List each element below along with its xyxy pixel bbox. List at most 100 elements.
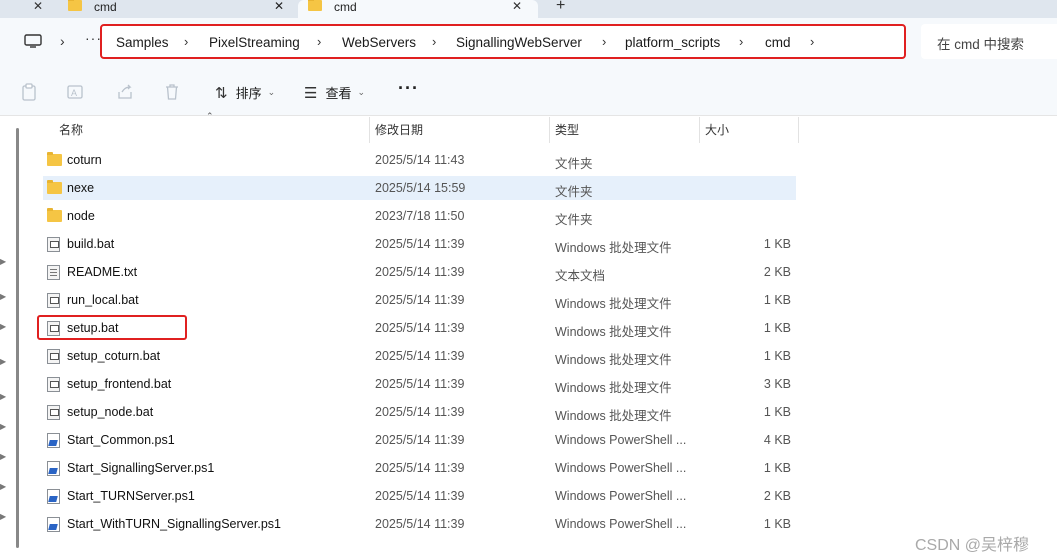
list-item[interactable]: README.txt 2025/5/14 11:39 文本文档 2 KB (43, 260, 796, 284)
chevron-right-icon[interactable]: ▶ (0, 512, 6, 521)
file-name: README.txt (67, 265, 138, 279)
paste-icon[interactable] (20, 83, 38, 101)
list-item[interactable]: Start_SignallingServer.ps1 2025/5/14 11:3… (43, 456, 796, 480)
modified-date: 2025/5/14 11:39 (375, 461, 465, 475)
column-divider[interactable] (369, 117, 370, 143)
tab-cmd-active[interactable]: cmd ✕ (298, 0, 538, 18)
list-item[interactable]: Start_WithTURN_SignallingServer.ps1 2025/… (43, 512, 796, 536)
file-type: Windows 批处理文件 (555, 353, 672, 367)
sort-icon: ⇅ (215, 84, 228, 102)
search-input[interactable]: 在 cmd 中搜索 (921, 24, 1057, 59)
file-size: 3 KB (763, 377, 791, 391)
close-icon[interactable]: ✕ (512, 0, 522, 13)
breadcrumb-item[interactable]: Samples (116, 35, 169, 50)
powershell-file-icon (47, 489, 60, 507)
modified-date: 2025/5/14 11:39 (375, 349, 465, 363)
chevron-right-icon[interactable]: ▶ (0, 452, 6, 461)
modified-date: 2025/5/14 11:39 (375, 321, 465, 335)
modified-date: 2025/5/14 11:39 (375, 293, 465, 307)
chevron-right-icon[interactable]: › (810, 34, 814, 49)
file-type: Windows 批处理文件 (555, 409, 672, 423)
column-header-date[interactable]: 修改日期 (375, 117, 549, 141)
chevron-right-icon[interactable]: ▶ (0, 292, 6, 301)
column-divider[interactable] (549, 117, 550, 143)
file-size: 1 KB (763, 405, 791, 419)
breadcrumb[interactable]: Samples › PixelStreaming › WebServers › … (100, 24, 906, 59)
chevron-right-icon[interactable]: ▶ (0, 357, 6, 366)
chevron-right-icon[interactable]: › (602, 34, 606, 49)
delete-icon[interactable] (163, 83, 181, 101)
close-icon[interactable]: ✕ (33, 0, 43, 13)
view-button[interactable]: ☰ 查看 ⌄ (304, 83, 365, 102)
file-type: 文件夹 (555, 185, 593, 199)
breadcrumb-item[interactable]: cmd (765, 35, 791, 50)
file-name: setup_frontend.bat (67, 377, 172, 391)
chevron-right-icon[interactable]: › (184, 34, 188, 49)
file-type: Windows 批处理文件 (555, 381, 672, 395)
breadcrumb-item[interactable]: SignallingWebServer (456, 35, 582, 50)
list-item[interactable]: node 2023/7/18 11:50 文件夹 (43, 204, 796, 228)
powershell-file-icon (47, 433, 60, 451)
nav-pane-edge: ▶ ▶ ▶ ▶ ▶ ▶ ▶ ▶ ▶ (0, 117, 12, 559)
chevron-right-icon[interactable]: › (60, 33, 65, 49)
list-item[interactable]: setup_node.bat 2025/5/14 11:39 Windows 批处理… (43, 400, 796, 424)
chevron-right-icon[interactable]: ▶ (0, 422, 6, 431)
computer-icon[interactable] (24, 34, 42, 48)
column-header-type[interactable]: 类型 (555, 117, 699, 141)
share-icon[interactable] (116, 83, 134, 101)
column-header-name[interactable]: 名称 (59, 117, 369, 141)
folder-icon (47, 208, 62, 225)
batch-file-icon (47, 321, 60, 339)
file-size: 1 KB (763, 517, 791, 531)
column-divider[interactable] (798, 117, 799, 143)
modified-date: 2025/5/14 11:39 (375, 517, 465, 531)
list-item[interactable]: nexe 2025/5/14 15:59 文件夹 (43, 176, 796, 200)
watermark: CSDN @吴梓穆 (915, 537, 1030, 554)
tab-cmd-inactive[interactable]: ✕ cmd ✕ (0, 0, 295, 18)
file-name: coturn (67, 153, 102, 167)
file-type: Windows PowerShell ... (555, 461, 687, 475)
address-bar-row: › ··· Samples › PixelStreaming › WebServ… (0, 18, 1057, 68)
chevron-right-icon[interactable]: ▶ (0, 392, 6, 401)
chevron-right-icon[interactable]: › (317, 34, 321, 49)
chevron-right-icon[interactable]: ▶ (0, 482, 6, 491)
list-item[interactable]: Start_TURNServer.ps1 2025/5/14 11:39 Windo… (43, 484, 796, 508)
file-name: setup.bat (67, 321, 119, 335)
file-type: Windows PowerShell ... (555, 517, 687, 531)
rename-icon[interactable]: A (67, 83, 85, 101)
chevron-right-icon[interactable]: ▶ (0, 322, 6, 331)
file-name: build.bat (67, 237, 115, 251)
modified-date: 2025/5/14 15:59 (375, 181, 466, 195)
file-name: setup_coturn.bat (67, 349, 161, 363)
modified-date: 2025/5/14 11:39 (375, 433, 465, 447)
modified-date: 2025/5/14 11:39 (375, 237, 465, 251)
breadcrumb-item[interactable]: PixelStreaming (209, 35, 300, 50)
breadcrumb-item[interactable]: platform_scripts (625, 35, 720, 50)
chevron-right-icon[interactable]: › (432, 34, 436, 49)
list-item[interactable]: Start_Common.ps1 2025/5/14 11:39 Windows P… (43, 428, 796, 452)
text-file-icon (47, 265, 60, 283)
list-item[interactable]: setup_coturn.bat 2025/5/14 11:39 Windows 批… (43, 344, 796, 368)
column-header-size[interactable]: 大小 (705, 117, 798, 141)
list-item[interactable]: build.bat 2025/5/14 11:39 Windows 批处理文件 1 K… (43, 232, 796, 256)
close-icon[interactable]: ✕ (274, 0, 284, 13)
nav-scrollbar[interactable] (16, 128, 19, 548)
file-type: Windows 批处理文件 (555, 297, 672, 311)
column-divider[interactable] (699, 117, 700, 143)
chevron-down-icon: ⌄ (357, 87, 366, 97)
sort-button[interactable]: ⇅ 排序 ⌄ (215, 83, 275, 102)
list-item[interactable]: setup_frontend.bat 2025/5/14 11:39 Windows… (43, 372, 796, 396)
folder-icon (308, 0, 322, 14)
file-type: Windows PowerShell ... (555, 433, 687, 447)
list-item[interactable]: setup.bat 2025/5/14 11:39 Windows 批处理文件 1 K… (43, 316, 796, 340)
list-item[interactable]: run_local.bat 2025/5/14 11:39 Windows 批处理文… (43, 288, 796, 312)
list-item[interactable]: coturn 2025/5/14 11:43 文件夹 (43, 148, 796, 172)
breadcrumb-item[interactable]: WebServers (342, 35, 416, 50)
more-options-button[interactable]: ··· (398, 78, 419, 99)
chevron-right-icon[interactable]: ▶ (0, 257, 6, 266)
new-tab-button[interactable]: + (556, 0, 565, 15)
chevron-right-icon[interactable]: › (739, 34, 743, 49)
file-size: 1 KB (763, 321, 791, 335)
folder-icon (47, 152, 62, 169)
batch-file-icon (47, 237, 60, 255)
